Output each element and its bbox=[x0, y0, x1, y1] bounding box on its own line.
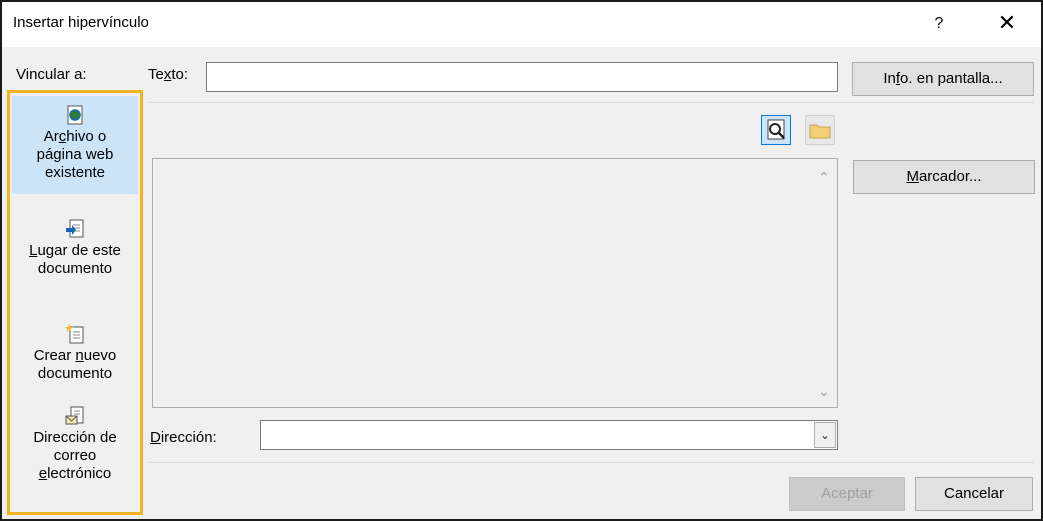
help-button[interactable]: ? bbox=[927, 10, 951, 38]
bookmark-button[interactable]: Marcador... bbox=[853, 160, 1035, 194]
link-place-in-document[interactable]: Lugar de este documento bbox=[12, 210, 138, 308]
browse-file-button[interactable] bbox=[805, 115, 835, 145]
close-button[interactable]: ✕ bbox=[992, 8, 1022, 38]
folder-icon bbox=[809, 124, 831, 139]
divider bbox=[148, 462, 1034, 463]
link-existing-file-or-web-page[interactable]: Archivo o página web existente bbox=[12, 96, 138, 194]
place-in-document-icon bbox=[66, 219, 84, 238]
chevron-down-icon[interactable]: ⌄ bbox=[814, 422, 836, 448]
text-to-display-input[interactable] bbox=[206, 62, 838, 92]
browse-web-button[interactable] bbox=[761, 115, 791, 145]
title-bar: Insertar hipervínculo ? ✕ bbox=[2, 2, 1041, 47]
web-page-icon bbox=[67, 105, 83, 125]
ok-button[interactable]: Aceptar bbox=[789, 477, 905, 511]
link-to-label: Vincular a: bbox=[16, 66, 87, 83]
address-combobox[interactable]: ⌄ bbox=[260, 420, 838, 450]
browse-web-icon bbox=[767, 119, 785, 140]
divider bbox=[148, 102, 1034, 103]
text-label: Texto: bbox=[148, 66, 189, 83]
file-browse-list[interactable]: ⌃ ⌄ bbox=[152, 158, 838, 408]
dialog-title: Insertar hipervínculo bbox=[13, 14, 149, 31]
link-to-panel: Archivo o página web existente Lugar de … bbox=[7, 90, 143, 515]
new-document-icon bbox=[65, 324, 84, 344]
address-label: Dirección: bbox=[150, 429, 217, 446]
link-create-new-document[interactable]: Crear nuevo documento bbox=[12, 315, 138, 413]
vertical-scrollbar[interactable]: ⌃ ⌄ bbox=[811, 159, 837, 407]
scroll-down-icon[interactable]: ⌄ bbox=[818, 383, 830, 400]
screen-tip-button[interactable]: Info. en pantalla... bbox=[852, 62, 1034, 96]
insert-hyperlink-dialog: Insertar hipervínculo ? ✕ Vincular a: Ar… bbox=[0, 0, 1043, 521]
email-icon bbox=[65, 406, 84, 425]
cancel-button[interactable]: Cancelar bbox=[915, 477, 1033, 511]
link-email-address[interactable]: Dirección de correo electrónico bbox=[12, 401, 138, 511]
scroll-up-icon[interactable]: ⌃ bbox=[818, 169, 830, 186]
